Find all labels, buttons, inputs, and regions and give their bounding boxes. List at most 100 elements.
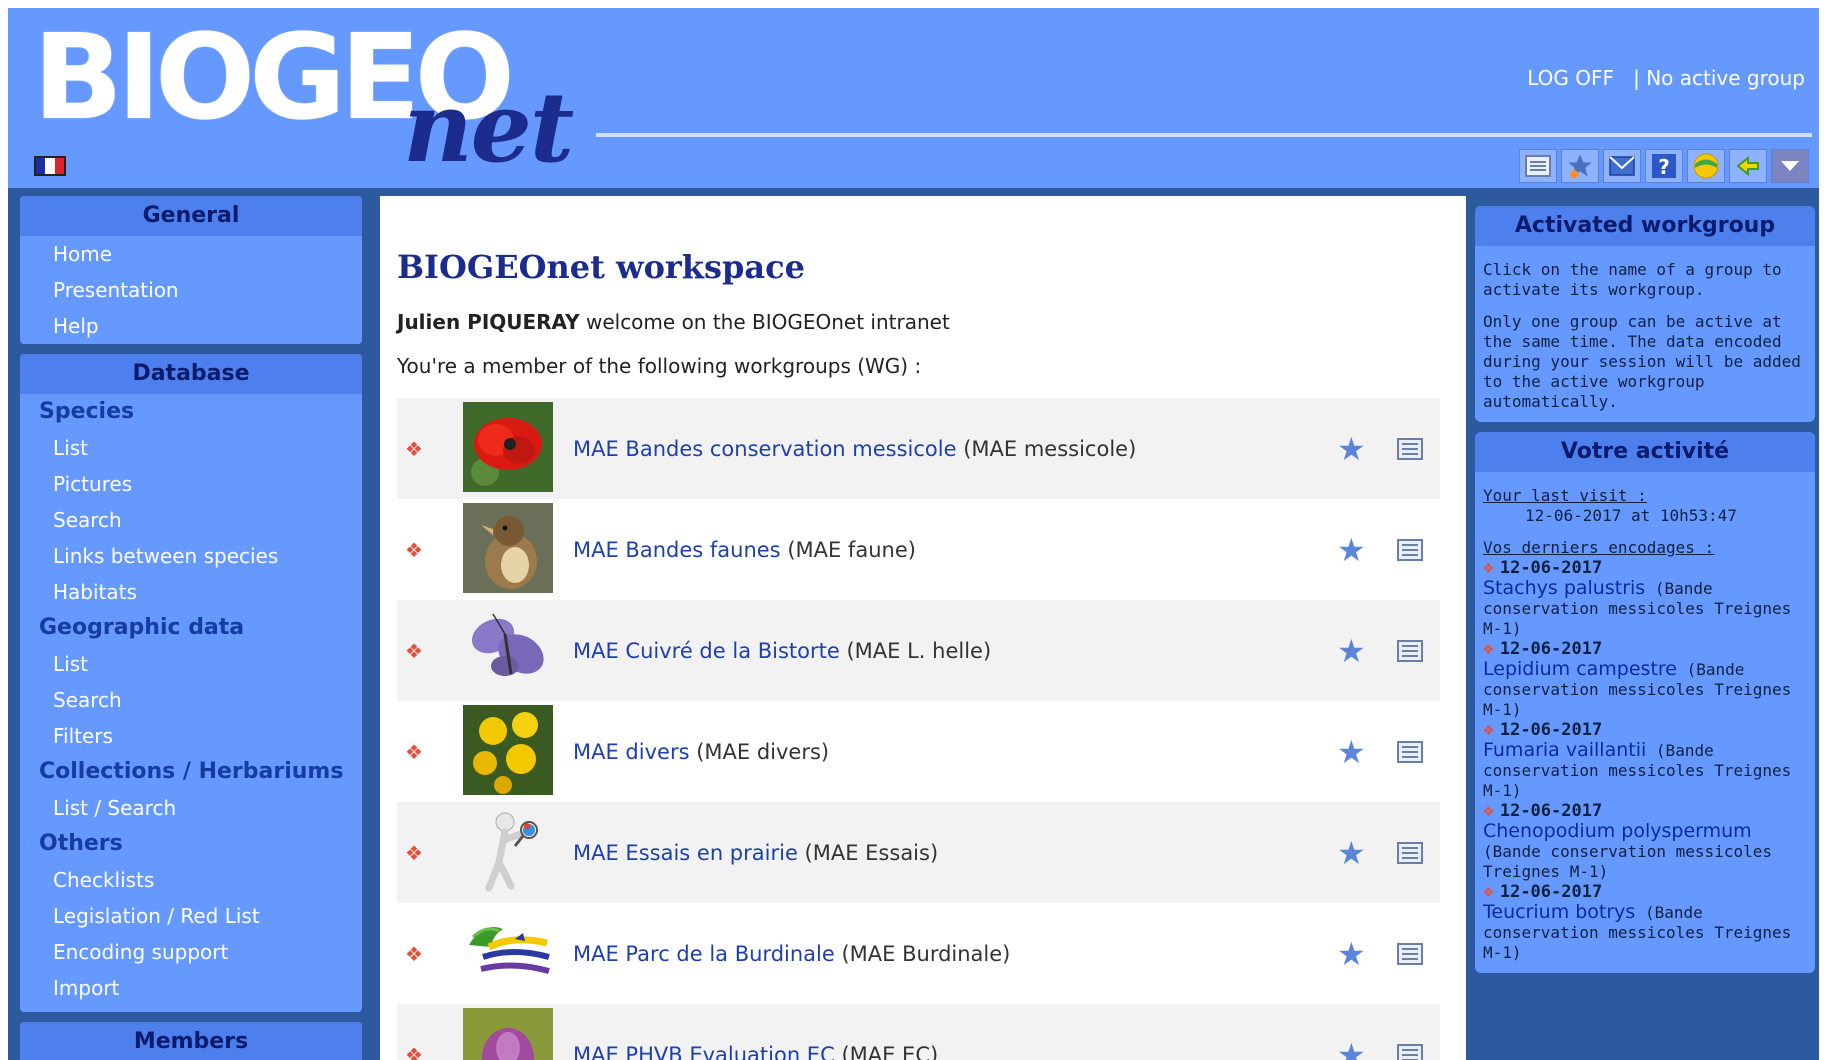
general-menu: General Home Presentation Help: [20, 196, 362, 344]
workgroup-alias: (MAE faune): [787, 537, 916, 562]
encoding-item: ❖ 12-06-2017 Lepidium campestre (Bande co…: [1483, 639, 1807, 720]
orchid-thumbnail[interactable]: [463, 1008, 553, 1060]
sidebar: General Home Presentation Help Database …: [20, 196, 362, 1060]
sidebar-item-help[interactable]: Help: [20, 308, 362, 344]
activated-workgroup-box: Activated workgroup Click on the name of…: [1475, 206, 1815, 422]
sidebar-item-species-links[interactable]: Links between species: [20, 538, 362, 574]
dandelion-thumbnail[interactable]: [463, 705, 553, 795]
diamond-bullet-icon: ❖: [405, 638, 423, 663]
favorite-star-icon[interactable]: ★: [1337, 430, 1366, 468]
sidebar-item-home[interactable]: Home: [20, 236, 362, 272]
encoding-date: 12-06-2017: [1499, 882, 1603, 902]
workgroup-row-4: MAE Essais en prairie (MAE Essais): [573, 841, 938, 865]
workgroup-alias: (MAE Essais): [804, 840, 939, 865]
sidebar-item-legislation[interactable]: Legislation / Red List: [20, 898, 362, 934]
sidebar-item-species-pictures[interactable]: Pictures: [20, 466, 362, 502]
workgroup-link[interactable]: MAE PHVB Evaluation EC: [573, 1043, 835, 1060]
encodings-label: Vos derniers encodages :: [1483, 538, 1715, 557]
explorer-figure-thumbnail[interactable]: [463, 806, 553, 896]
globe-icon[interactable]: [1687, 149, 1725, 183]
encoding-date: 12-06-2017: [1499, 801, 1603, 821]
workgroup-link[interactable]: MAE Cuivré de la Bistorte: [573, 639, 840, 663]
butterfly-thumbnail[interactable]: [463, 604, 553, 694]
list-icon[interactable]: [1397, 841, 1423, 864]
workgroup-link[interactable]: MAE divers: [573, 740, 690, 764]
workgroup-alias: (MAE messicole): [963, 436, 1137, 461]
encoding-species-link[interactable]: Fumaria vaillantii: [1483, 739, 1646, 761]
workgroup-alias: (MAE Burdinale): [841, 941, 1011, 966]
sidebar-item-species-list[interactable]: List: [20, 430, 362, 466]
logoff-link[interactable]: LOG OFF: [1527, 66, 1614, 90]
workgroup-row-3: MAE divers (MAE divers): [573, 740, 829, 764]
active-group-link[interactable]: No active group: [1646, 66, 1805, 90]
list-icon[interactable]: [1397, 942, 1423, 965]
sidebar-item-import[interactable]: Import: [20, 970, 362, 1006]
sidebar-item-checklists[interactable]: Checklists: [20, 862, 362, 898]
favorite-star-icon[interactable]: ★: [1337, 632, 1366, 670]
workgroup-alias: (MAE EC): [841, 1042, 939, 1060]
members-menu: Members: [20, 1022, 362, 1060]
favorite-star-icon[interactable]: [1561, 149, 1599, 183]
list-item: ❖ MAE divers (MAE divers) ★: [397, 701, 1440, 802]
sidebar-item-species-search[interactable]: Search: [20, 502, 362, 538]
encoding-date: 12-06-2017: [1499, 720, 1603, 740]
encoding-species-link[interactable]: Stachys palustris: [1483, 577, 1645, 599]
list-icon[interactable]: [1397, 437, 1423, 460]
french-flag-icon[interactable]: [34, 156, 66, 176]
diamond-bullet-icon: ❖: [1483, 881, 1494, 902]
workgroup-link[interactable]: MAE Parc de la Burdinale: [573, 942, 835, 966]
favorite-star-icon[interactable]: ★: [1337, 1036, 1366, 1060]
list-item: ❖ MAE Bandes faunes (MAE faune) ★: [397, 499, 1440, 600]
favorite-star-icon[interactable]: ★: [1337, 834, 1366, 872]
list-icon[interactable]: [1397, 538, 1423, 561]
sidebar-item-geo-filters[interactable]: Filters: [20, 718, 362, 754]
header-divider: [596, 133, 1812, 137]
sidebar-section-species: Species: [39, 399, 135, 424]
sidebar-item-encoding-support[interactable]: Encoding support: [20, 934, 362, 970]
list-icon[interactable]: [1519, 149, 1557, 183]
workgroup-link[interactable]: MAE Bandes faunes: [573, 538, 781, 562]
workgroup-row-0: MAE Bandes conservation messicole (MAE m…: [573, 437, 1136, 461]
workgroup-alias: (MAE divers): [696, 739, 830, 764]
activated-workgroup-note: Only one group can be active at the same…: [1483, 312, 1801, 411]
poppy-thumbnail[interactable]: [463, 402, 553, 492]
welcome-text: Julien PIQUERAY welcome on the BIOGEOnet…: [397, 310, 950, 334]
sidebar-item-geo-list[interactable]: List: [20, 646, 362, 682]
sidebar-item-geo-search[interactable]: Search: [20, 682, 362, 718]
encoding-item: ❖ 12-06-2017 Teucrium botrys (Bande conse…: [1483, 882, 1807, 963]
database-menu-title: Database: [20, 354, 362, 394]
general-menu-title: General: [20, 196, 362, 236]
encoding-species-link[interactable]: Teucrium botrys: [1483, 901, 1635, 923]
encoding-item: ❖ 12-06-2017 Stachys palustris (Bande con…: [1483, 558, 1807, 639]
back-arrow-icon[interactable]: [1729, 149, 1767, 183]
sidebar-item-species-habitats[interactable]: Habitats: [20, 574, 362, 610]
workgroup-link[interactable]: MAE Essais en prairie: [573, 841, 798, 865]
user-name: Julien PIQUERAY: [397, 310, 580, 334]
encoding-item: ❖ 12-06-2017 Fumaria vaillantii (Bande co…: [1483, 720, 1807, 801]
sidebar-section-collections: Collections / Herbariums: [39, 759, 344, 784]
bird-thumbnail[interactable]: [463, 503, 553, 593]
favorite-star-icon[interactable]: ★: [1337, 531, 1366, 569]
sidebar-item-presentation[interactable]: Presentation: [20, 272, 362, 308]
favorite-star-icon[interactable]: ★: [1337, 733, 1366, 771]
mail-icon[interactable]: [1603, 149, 1641, 183]
list-icon[interactable]: [1397, 1043, 1423, 1060]
encoding-species-link[interactable]: Chenopodium polyspermum: [1483, 820, 1752, 842]
members-menu-title: Members: [20, 1022, 362, 1060]
activated-workgroup-instruction: Click on the name of a group to activate…: [1483, 260, 1782, 299]
sidebar-item-collections-search[interactable]: List / Search: [20, 790, 362, 826]
encoding-species-link[interactable]: Lepidium campestre: [1483, 658, 1677, 680]
workgroup-alias: (MAE L. helle): [846, 638, 992, 663]
favorite-star-icon[interactable]: ★: [1337, 935, 1366, 973]
park-logo-thumbnail[interactable]: [463, 907, 553, 997]
diamond-bullet-icon: ❖: [405, 739, 423, 764]
header-links: LOG OFF | No active group: [1527, 66, 1805, 90]
biogeonet-logo[interactable]: BIOGEO net: [33, 18, 593, 178]
help-icon[interactable]: ?: [1645, 149, 1683, 183]
list-icon[interactable]: [1397, 740, 1423, 763]
workgroup-row-6: MAE PHVB Evaluation EC (MAE EC): [573, 1043, 938, 1060]
workgroup-link[interactable]: MAE Bandes conservation messicole: [573, 437, 957, 461]
list-icon[interactable]: [1397, 639, 1423, 662]
activity-title: Votre activité: [1475, 432, 1815, 472]
dropdown-arrow-icon[interactable]: [1771, 149, 1809, 183]
